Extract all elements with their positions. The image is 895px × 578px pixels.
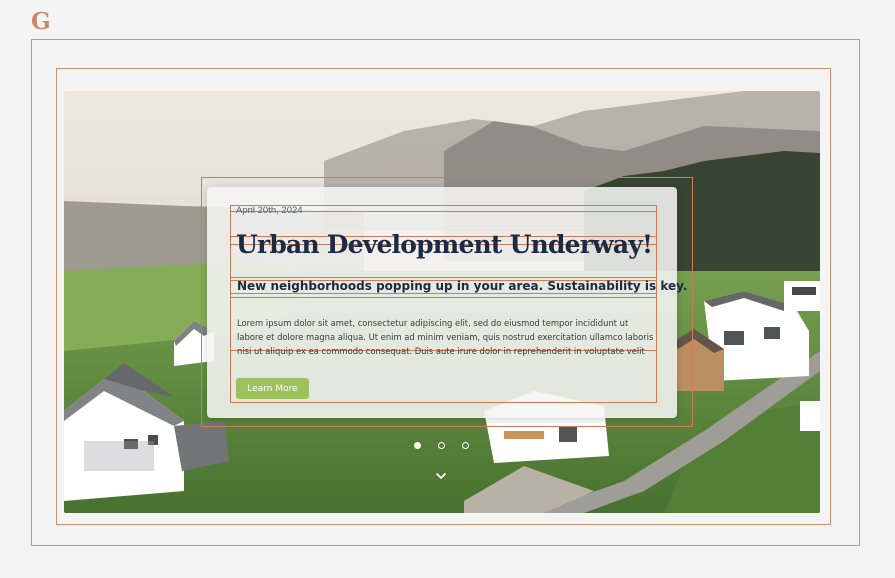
slide-subheadline: New neighborhoods popping up in your are… [237,279,688,293]
slide-date: April 20th, 2024 [236,205,303,216]
slide-headline: Urban Development Underway! [236,230,653,259]
brand-logo[interactable]: G [31,8,51,35]
slide-body: Lorem ipsum dolor sit amet, consectetur … [237,318,654,356]
carousel-dot-3[interactable] [462,442,469,449]
carousel-dot-2[interactable] [438,442,445,449]
carousel-dot-1[interactable] [414,442,421,449]
chevron-down-icon[interactable] [435,471,447,481]
carousel-pagination [414,442,469,449]
learn-more-button[interactable]: Learn More [236,378,309,399]
